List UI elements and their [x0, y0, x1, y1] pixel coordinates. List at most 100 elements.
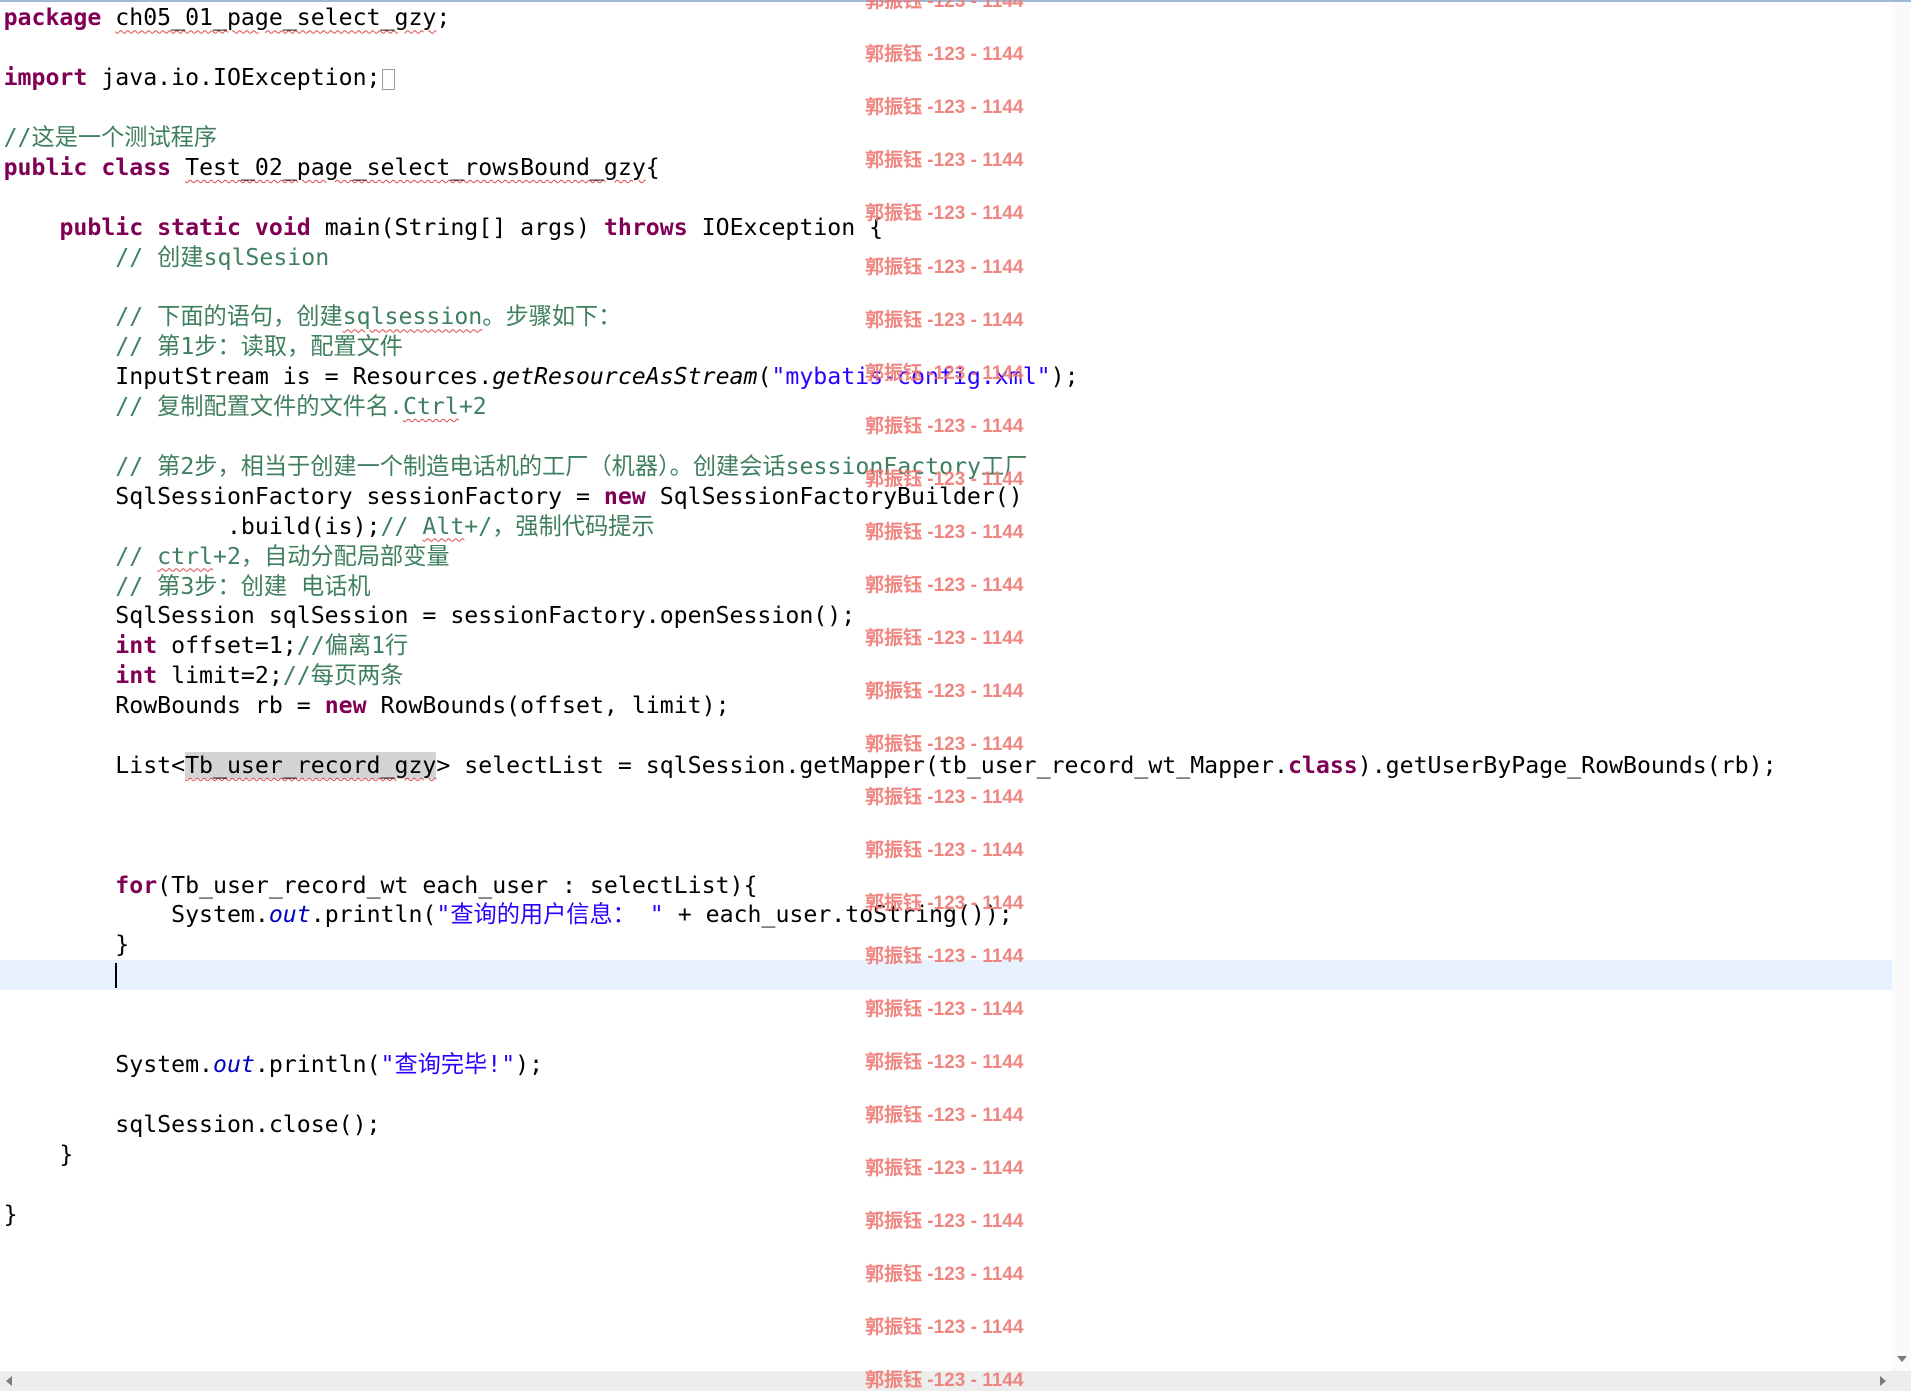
code-line[interactable]: package ch05_01_page_select_gzy; — [0, 3, 1892, 33]
folded-code-box-icon[interactable] — [381, 69, 395, 91]
code-keyword: new — [324, 692, 367, 720]
code-line[interactable]: SqlSessionFactory sessionFactory = new S… — [0, 482, 1892, 512]
code-line-current[interactable] — [0, 960, 1892, 991]
code-text: ( — [757, 363, 772, 391]
code-text: limit=2; — [157, 662, 283, 690]
scrollbar-corner — [1892, 1371, 1911, 1391]
code-line[interactable] — [0, 781, 1892, 811]
code-keyword: public — [3, 153, 88, 181]
code-text: System. — [3, 901, 269, 929]
code-line[interactable]: } — [0, 930, 1892, 960]
code-text: sqlSession.close(); — [3, 1110, 381, 1138]
code-text: ; — [436, 4, 451, 32]
code-line[interactable] — [0, 841, 1892, 871]
code-line[interactable]: public class Test_02_page_select_rowsBou… — [0, 153, 1892, 183]
code-line[interactable] — [0, 33, 1892, 63]
code-text: .println( — [310, 901, 437, 929]
code-line[interactable]: //这是一个测试程序 — [0, 123, 1892, 153]
code-line[interactable] — [0, 422, 1892, 452]
code-line[interactable]: } — [0, 1200, 1892, 1230]
code-line[interactable]: System.out.println("查询完毕!"); — [0, 1050, 1892, 1080]
code-text: List< — [3, 751, 186, 779]
code-text: IOException { — [687, 213, 884, 241]
code-line[interactable] — [0, 1080, 1892, 1110]
editor-top-border — [0, 0, 1911, 2]
code-text: RowBounds rb = — [3, 692, 325, 720]
code-line[interactable] — [0, 272, 1892, 302]
code-static-field: out — [213, 1051, 255, 1079]
scroll-left-arrow-icon[interactable] — [6, 1376, 12, 1386]
code-lines[interactable]: package ch05_01_page_select_gzy;import j… — [0, 0, 1892, 1229]
code-line[interactable] — [0, 1020, 1892, 1050]
code-line[interactable]: for(Tb_user_record_wt each_user : select… — [0, 871, 1892, 901]
code-comment: //每页两条 — [282, 662, 404, 690]
code-line[interactable]: // 第3步：创建 电话机 — [0, 572, 1892, 602]
code-keyword: class — [1287, 751, 1358, 779]
code-line[interactable]: RowBounds rb = new RowBounds(offset, lim… — [0, 691, 1892, 721]
code-keyword: import — [3, 64, 88, 92]
code-text: } — [3, 931, 130, 959]
code-line[interactable]: sqlSession.close(); — [0, 1110, 1892, 1140]
code-comment: //这是一个测试程序 — [3, 123, 218, 151]
code-line[interactable] — [0, 811, 1892, 841]
horizontal-scrollbar[interactable] — [0, 1371, 1892, 1391]
code-keyword: package — [3, 4, 102, 32]
code-keyword: class — [101, 153, 172, 181]
code-misspelled-word: Test_02_page_select_rowsBound_gzy — [185, 153, 646, 181]
code-text: { — [645, 153, 660, 181]
code-line[interactable]: // 下面的语句，创建sqlsession。步骤如下： — [0, 302, 1892, 332]
code-comment-misspelled-word: Ctrl — [403, 393, 459, 421]
code-text: java.io.IOException; — [87, 64, 381, 92]
code-line[interactable]: SqlSession sqlSession = sessionFactory.o… — [0, 601, 1892, 631]
code-static-method: getResourceAsStream — [492, 363, 758, 391]
code-keyword: int — [115, 632, 158, 660]
vertical-scrollbar[interactable] — [1892, 0, 1911, 1371]
code-comment: +2，自动分配局部变量 — [213, 542, 450, 570]
code-text: > selectList = sqlSession.getMapper(tb_u… — [436, 751, 1288, 779]
code-line[interactable] — [0, 183, 1892, 213]
code-keyword: static — [157, 213, 241, 241]
code-line[interactable]: import java.io.IOException; — [0, 63, 1892, 93]
code-line[interactable]: public static void main(String[] args) t… — [0, 213, 1892, 243]
code-string-literal: "查询的用户信息： " — [436, 901, 664, 929]
code-text: .println( — [254, 1051, 381, 1079]
code-line[interactable]: List<Tb_user_record_gzy> selectList = sq… — [0, 751, 1892, 781]
code-comment: // 复制配置文件的文件名. — [115, 393, 403, 421]
code-line[interactable]: // 复制配置文件的文件名.Ctrl+2 — [0, 392, 1892, 422]
code-keyword: new — [603, 482, 646, 510]
code-line[interactable] — [0, 721, 1892, 751]
code-line[interactable]: // 创建sqlSesion — [0, 243, 1892, 273]
code-line[interactable]: } — [0, 1140, 1892, 1170]
code-text: SqlSessionFactory sessionFactory = — [3, 482, 604, 510]
scroll-right-arrow-icon[interactable] — [1880, 1376, 1886, 1386]
code-line[interactable]: int offset=1;//偏离1行 — [0, 631, 1892, 661]
code-line[interactable]: // 第2步，相当于创建一个制造电话机的工厂（机器）。创建会话sessionFa… — [0, 452, 1892, 482]
code-line[interactable]: System.out.println("查询的用户信息： " + each_us… — [0, 900, 1892, 930]
code-line[interactable]: // 第1步：读取，配置文件 — [0, 332, 1892, 362]
code-text: + each_user.toString()); — [663, 901, 1013, 929]
code-line[interactable] — [0, 990, 1892, 1020]
scroll-down-arrow-icon[interactable] — [1896, 1356, 1907, 1362]
code-line[interactable] — [0, 93, 1892, 123]
code-comment-misspelled-word: sqlsession — [342, 303, 483, 331]
code-line[interactable]: // ctrl+2，自动分配局部变量 — [0, 542, 1892, 572]
editor-window: package ch05_01_page_select_gzy;import j… — [0, 0, 1911, 1391]
code-comment: //偏离1行 — [296, 632, 409, 660]
code-keyword: throws — [603, 213, 688, 241]
code-line[interactable]: InputStream is = Resources.getResourceAs… — [0, 362, 1892, 392]
code-line[interactable]: .build(is);// Alt+/，强制代码提示 — [0, 512, 1892, 542]
code-comment: // — [380, 512, 423, 540]
code-editor[interactable]: package ch05_01_page_select_gzy;import j… — [0, 0, 1892, 1371]
code-text: offset=1; — [157, 632, 297, 660]
code-line[interactable] — [0, 1170, 1892, 1200]
code-line[interactable]: int limit=2;//每页两条 — [0, 661, 1892, 691]
